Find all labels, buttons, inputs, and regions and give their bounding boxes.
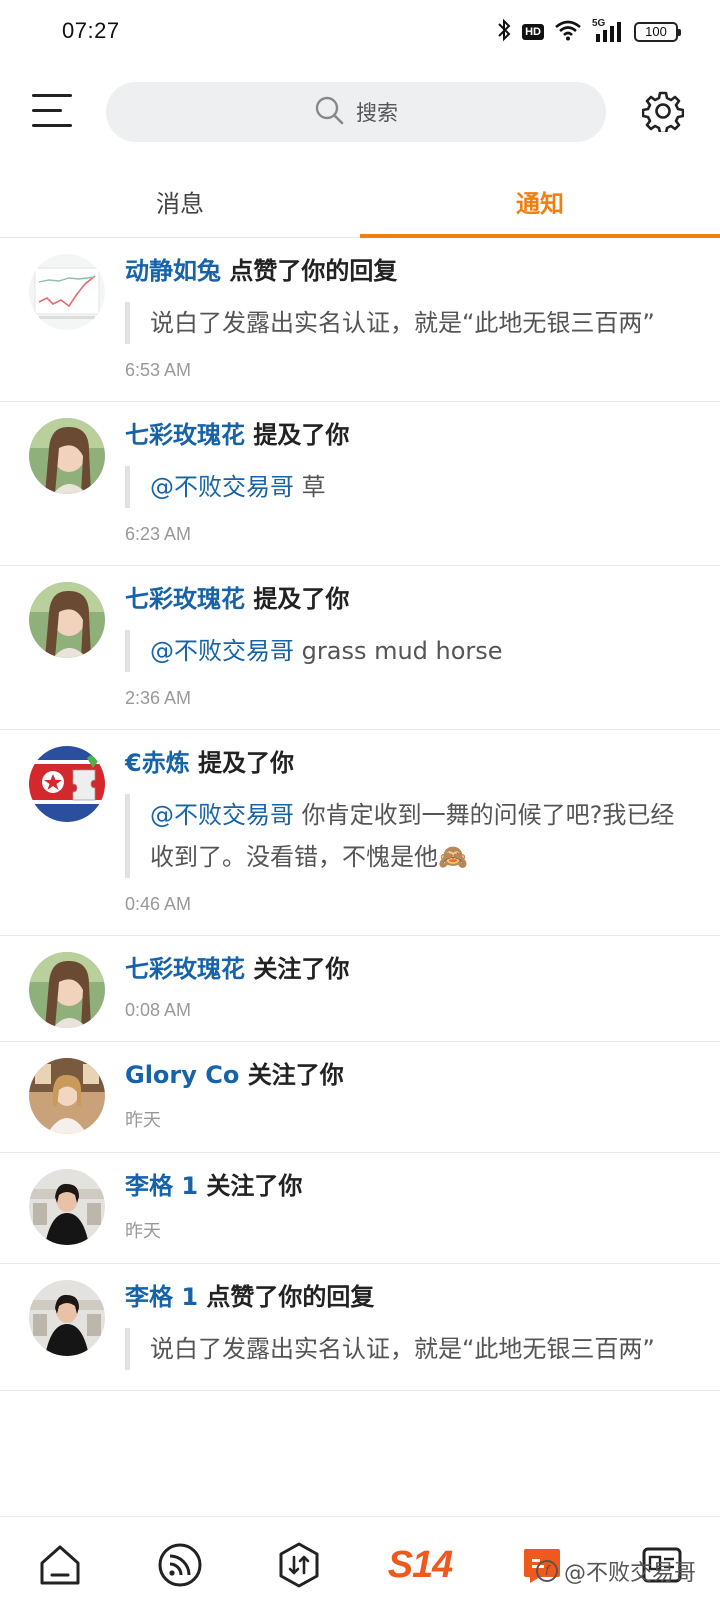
- tab-messages[interactable]: 消息: [0, 164, 360, 238]
- tab-notifications[interactable]: 通知: [360, 164, 720, 238]
- user-name[interactable]: 李格 1: [125, 1283, 198, 1311]
- avatar[interactable]: [29, 1280, 105, 1356]
- menu-icon-line: [32, 94, 72, 97]
- quote-body: grass mud horse: [294, 637, 503, 665]
- mention-link[interactable]: @不败交易哥: [150, 473, 294, 501]
- watermark: f @不败交易哥: [535, 1555, 696, 1587]
- notification-title: 七彩玫瑰花 提及了你: [125, 582, 696, 616]
- notification-action: 关注了你: [253, 955, 350, 983]
- notification-action: 关注了你: [206, 1172, 303, 1200]
- timestamp: 0:46 AM: [125, 894, 192, 914]
- status-icons: HD 5G 100: [496, 18, 681, 46]
- notification-title: Glory Co 关注了你: [125, 1058, 696, 1092]
- notification-item[interactable]: €赤炼 提及了你 @不败交易哥 你肯定收到一舞的问候了吧?我已经收到了。没看错，…: [0, 730, 720, 936]
- menu-button[interactable]: [32, 92, 74, 128]
- hd-badge: HD: [522, 24, 544, 40]
- notification-item[interactable]: 李格 1 关注了你 昨天: [0, 1153, 720, 1264]
- quoted-text[interactable]: 说白了发露出实名认证，就是“此地无银三百两”: [125, 302, 696, 344]
- menu-icon-line: [32, 124, 72, 127]
- notification-title: 七彩玫瑰花 提及了你: [125, 418, 696, 452]
- notification-title: 七彩玫瑰花 关注了你: [125, 952, 696, 986]
- notification-title: 动静如兔 点赞了你的回复: [125, 254, 696, 288]
- trade-icon: [279, 1542, 319, 1588]
- mention-link[interactable]: @不败交易哥: [150, 801, 294, 829]
- bottom-nav: S14 f @不败交易哥: [0, 1516, 720, 1612]
- avatar[interactable]: [29, 746, 105, 822]
- notification-action: 点赞了你的回复: [229, 257, 398, 285]
- timestamp: 2:36 AM: [125, 688, 192, 708]
- search-input[interactable]: 搜索: [106, 82, 606, 142]
- avatar[interactable]: [29, 254, 105, 330]
- quoted-text[interactable]: @不败交易哥 草: [125, 466, 696, 508]
- top-bar: 搜索: [0, 78, 720, 146]
- search-icon: [314, 95, 344, 129]
- user-name[interactable]: Glory Co: [125, 1061, 239, 1089]
- mention-link[interactable]: @不败交易哥: [150, 637, 294, 665]
- notification-title: 李格 1 关注了你: [125, 1169, 696, 1203]
- watermark-text: @不败交易哥: [563, 1561, 696, 1586]
- quote-body: 说白了发露出实名认证，就是“此地无银三百两”: [150, 309, 655, 337]
- tab-bar: 消息 通知: [0, 164, 720, 238]
- notification-item[interactable]: Glory Co 关注了你 昨天: [0, 1042, 720, 1153]
- user-name[interactable]: 七彩玫瑰花: [125, 421, 245, 449]
- nav-feed[interactable]: [154, 1535, 206, 1595]
- watermark-logo-icon: f: [535, 1560, 558, 1582]
- quoted-text[interactable]: 说白了发露出实名认证，就是“此地无银三百两”: [125, 1328, 696, 1370]
- notification-action: 点赞了你的回复: [206, 1283, 375, 1311]
- menu-icon-line: [32, 109, 62, 112]
- avatar[interactable]: [29, 1058, 105, 1134]
- timestamp: 6:23 AM: [125, 524, 192, 544]
- timestamp: 昨天: [125, 1110, 161, 1130]
- notification-item[interactable]: 李格 1 点赞了你的回复 说白了发露出实名认证，就是“此地无银三百两”: [0, 1264, 720, 1391]
- wifi-icon: [554, 19, 582, 45]
- notification-action: 提及了你: [253, 585, 350, 613]
- gear-icon: [641, 91, 685, 135]
- s14-logo: S14: [387, 1543, 454, 1586]
- nav-trade[interactable]: [273, 1535, 325, 1595]
- search-placeholder: 搜索: [356, 101, 398, 125]
- timestamp: 昨天: [125, 1221, 161, 1241]
- avatar[interactable]: [29, 1169, 105, 1245]
- timestamp: 0:08 AM: [125, 1000, 192, 1020]
- avatar[interactable]: [29, 952, 105, 1028]
- status-bar: 07:27 HD 5G 100: [0, 0, 720, 66]
- notification-item[interactable]: 动静如兔 点赞了你的回复 说白了发露出实名认证，就是“此地无银三百两” 6:53…: [0, 238, 720, 402]
- notification-title: 李格 1 点赞了你的回复: [125, 1280, 696, 1314]
- signal-icon: 5G: [592, 18, 624, 44]
- quote-body: 说白了发露出实名认证，就是“此地无银三百两”: [150, 1335, 655, 1363]
- notification-action: 关注了你: [247, 1061, 344, 1089]
- nav-home[interactable]: [34, 1535, 86, 1595]
- battery-icon: 100: [634, 22, 681, 42]
- quoted-text[interactable]: @不败交易哥 grass mud horse: [125, 630, 696, 672]
- quote-body: 草: [294, 473, 326, 501]
- notification-item[interactable]: 七彩玫瑰花 提及了你 @不败交易哥 草 6:23 AM: [0, 402, 720, 566]
- settings-button[interactable]: [641, 90, 685, 135]
- avatar[interactable]: [29, 418, 105, 494]
- bluetooth-icon: [496, 18, 512, 46]
- nav-s14[interactable]: S14: [380, 1535, 460, 1595]
- quoted-text[interactable]: @不败交易哥 你肯定收到一舞的问候了吧?我已经收到了。没看错，不愧是他🙈: [125, 794, 696, 878]
- notification-action: 提及了你: [253, 421, 350, 449]
- notification-item[interactable]: 七彩玫瑰花 提及了你 @不败交易哥 grass mud horse 2:36 A…: [0, 566, 720, 730]
- feed-icon: [158, 1543, 202, 1587]
- user-name[interactable]: 七彩玫瑰花: [125, 955, 245, 983]
- avatar[interactable]: [29, 582, 105, 658]
- notification-item[interactable]: 七彩玫瑰花 关注了你 0:08 AM: [0, 936, 720, 1042]
- notification-list: 动静如兔 点赞了你的回复 说白了发露出实名认证，就是“此地无银三百两” 6:53…: [0, 238, 720, 1516]
- home-icon: [40, 1545, 80, 1585]
- timestamp: 6:53 AM: [125, 360, 192, 380]
- notification-action: 提及了你: [198, 749, 295, 777]
- status-time: 07:27: [62, 18, 120, 43]
- notification-title: €赤炼 提及了你: [125, 746, 696, 780]
- user-name[interactable]: 七彩玫瑰花: [125, 585, 245, 613]
- user-name[interactable]: 李格 1: [125, 1172, 198, 1200]
- user-name[interactable]: 动静如兔: [125, 257, 221, 285]
- user-name[interactable]: €赤炼: [125, 749, 190, 777]
